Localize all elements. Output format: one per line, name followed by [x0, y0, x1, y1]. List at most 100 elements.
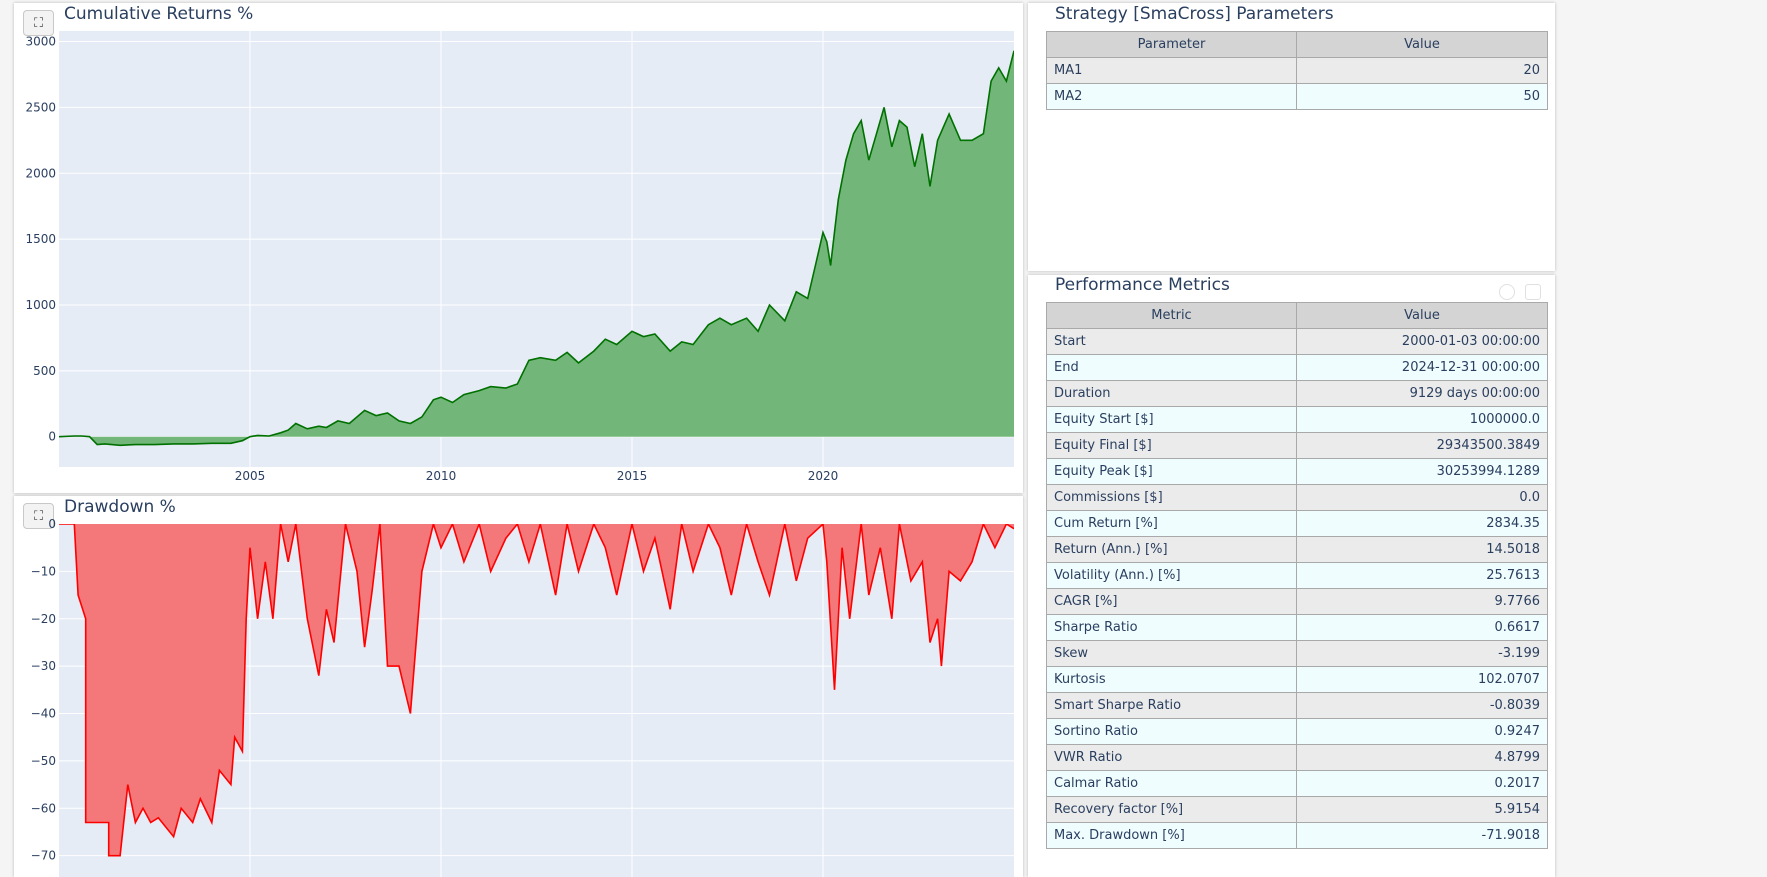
- metric-name: Commissions [$]: [1046, 484, 1297, 511]
- strategy-params-panel: Strategy [SmaCross] Parameters Parameter…: [1028, 3, 1555, 271]
- metric-value: 9129 days 00:00:00: [1296, 380, 1548, 407]
- metric-name: Sharpe Ratio: [1046, 614, 1297, 641]
- table-row: VWR Ratio 4.8799: [1046, 744, 1548, 771]
- param-value: 20: [1296, 57, 1548, 84]
- metric-value: 0.6617: [1296, 614, 1548, 641]
- maximize-icon[interactable]: [1525, 284, 1541, 300]
- y-tick-label: −30: [31, 659, 56, 673]
- table-row: Smart Sharpe Ratio -0.8039: [1046, 692, 1548, 719]
- metric-value: -3.199: [1296, 640, 1548, 667]
- metric-value: 5.9154: [1296, 796, 1548, 823]
- metric-value: 0.2017: [1296, 770, 1548, 797]
- metric-value: 2834.35: [1296, 510, 1548, 537]
- x-tick-label: 2005: [235, 469, 266, 483]
- y-tick-label: 1500: [25, 232, 56, 246]
- metric-value: 9.7766: [1296, 588, 1548, 615]
- returns-chart[interactable]: 2005 2010 2015 2020 0 500 1000 1500 2000 2500 3000: [14, 3, 1023, 493]
- metric-name: Cum Return [%]: [1046, 510, 1297, 537]
- table-row: Cum Return [%] 2834.35: [1046, 510, 1548, 537]
- metric-value: 102.0707: [1296, 666, 1548, 693]
- y-tick-label: −40: [31, 707, 56, 721]
- table-row: Return (Ann.) [%] 14.5018: [1046, 536, 1548, 563]
- performance-metrics-panel: Performance Metrics Metric Value Start 20…: [1028, 275, 1555, 877]
- metric-name: CAGR [%]: [1046, 588, 1297, 615]
- y-tick-label: 3000: [25, 35, 56, 49]
- metric-name: Return (Ann.) [%]: [1046, 536, 1297, 563]
- params-header-row: Parameter Value: [1046, 31, 1548, 58]
- drawdown-chart[interactable]: 0 −10 −20 −30 −40 −50 −60 −70: [14, 496, 1023, 877]
- y-tick-label: −70: [31, 849, 56, 863]
- metric-name: Max. Drawdown [%]: [1046, 822, 1297, 849]
- table-row: Max. Drawdown [%] -71.9018: [1046, 822, 1548, 849]
- y-tick-label: 2500: [25, 100, 56, 114]
- metric-name: Skew: [1046, 640, 1297, 667]
- metric-value: -71.9018: [1296, 822, 1548, 849]
- minimize-icon[interactable]: [1499, 284, 1515, 300]
- metric-name: Recovery factor [%]: [1046, 796, 1297, 823]
- cumulative-returns-panel: ⛶ Cumulative Returns % 2005 2010 2015 2020 0…: [14, 3, 1023, 493]
- params-title: Strategy [SmaCross] Parameters: [1055, 4, 1334, 24]
- metric-value: 2024-12-31 00:00:00: [1296, 354, 1548, 381]
- table-row: CAGR [%] 9.7766: [1046, 588, 1548, 615]
- y-tick-label: −50: [31, 754, 56, 768]
- table-row: Sharpe Ratio 0.6617: [1046, 614, 1548, 641]
- params-table: Parameter Value MA1 20 MA2 50: [1046, 31, 1548, 110]
- metric-name: VWR Ratio: [1046, 744, 1297, 771]
- y-tick-label: 500: [33, 364, 56, 378]
- metric-name: Start: [1046, 328, 1297, 355]
- table-row: Equity Start [$] 1000000.0: [1046, 406, 1548, 433]
- param-name: MA1: [1046, 57, 1297, 84]
- y-tick-label: −10: [31, 564, 56, 578]
- x-tick-label: 2015: [617, 469, 648, 483]
- table-row: Calmar Ratio 0.2017: [1046, 770, 1548, 797]
- table-row: Kurtosis 102.0707: [1046, 666, 1548, 693]
- table-row: End 2024-12-31 00:00:00: [1046, 354, 1548, 381]
- metric-name: Equity Final [$]: [1046, 432, 1297, 459]
- metric-value: 25.7613: [1296, 562, 1548, 589]
- params-header-value[interactable]: Value: [1296, 31, 1548, 58]
- x-tick-label: 2010: [426, 469, 457, 483]
- x-tick-label: 2020: [808, 469, 839, 483]
- metric-value: 29343500.3849: [1296, 432, 1548, 459]
- table-row: Equity Final [$] 29343500.3849: [1046, 432, 1548, 459]
- params-header-parameter[interactable]: Parameter: [1046, 31, 1297, 58]
- metric-name: Smart Sharpe Ratio: [1046, 692, 1297, 719]
- metric-name: Calmar Ratio: [1046, 770, 1297, 797]
- metric-value: 0.9247: [1296, 718, 1548, 745]
- table-row: Sortino Ratio 0.9247: [1046, 718, 1548, 745]
- metric-name: Equity Start [$]: [1046, 406, 1297, 433]
- param-name: MA2: [1046, 83, 1297, 110]
- metrics-table: Metric Value Start 2000-01-03 00:00:00 End…: [1046, 302, 1548, 849]
- metric-value: 14.5018: [1296, 536, 1548, 563]
- metric-name: Kurtosis: [1046, 666, 1297, 693]
- table-row: Skew -3.199: [1046, 640, 1548, 667]
- y-tick-label: 2000: [25, 166, 56, 180]
- table-row: Recovery factor [%] 5.9154: [1046, 796, 1548, 823]
- metric-value: 2000-01-03 00:00:00: [1296, 328, 1548, 355]
- metric-name: Equity Peak [$]: [1046, 458, 1297, 485]
- table-row: Duration 9129 days 00:00:00: [1046, 380, 1548, 407]
- metric-value: 30253994.1289: [1296, 458, 1548, 485]
- drawdown-panel: ⛶ Drawdown % 0 −10 −20 −30 −40 −50 −60 −70: [14, 496, 1023, 877]
- panel-toolbar: [1499, 284, 1541, 300]
- table-row: Volatility (Ann.) [%] 25.7613: [1046, 562, 1548, 589]
- metrics-header-metric[interactable]: Metric: [1046, 302, 1297, 329]
- y-tick-label: 0: [48, 430, 56, 444]
- metric-value: 1000000.0: [1296, 406, 1548, 433]
- metric-name: Volatility (Ann.) [%]: [1046, 562, 1297, 589]
- metric-name: End: [1046, 354, 1297, 381]
- metric-value: 4.8799: [1296, 744, 1548, 771]
- metric-value: -0.8039: [1296, 692, 1548, 719]
- metrics-title: Performance Metrics: [1055, 275, 1230, 295]
- table-row: MA2 50: [1046, 83, 1548, 110]
- param-value: 50: [1296, 83, 1548, 110]
- table-row: MA1 20: [1046, 57, 1548, 84]
- y-tick-label: 1000: [25, 298, 56, 312]
- table-row: Start 2000-01-03 00:00:00: [1046, 328, 1548, 355]
- y-tick-label: 0: [48, 517, 56, 531]
- metrics-header-value[interactable]: Value: [1296, 302, 1548, 329]
- metrics-header-row: Metric Value: [1046, 302, 1548, 329]
- table-row: Commissions [$] 0.0: [1046, 484, 1548, 511]
- y-tick-label: −60: [31, 801, 56, 815]
- metric-value: 0.0: [1296, 484, 1548, 511]
